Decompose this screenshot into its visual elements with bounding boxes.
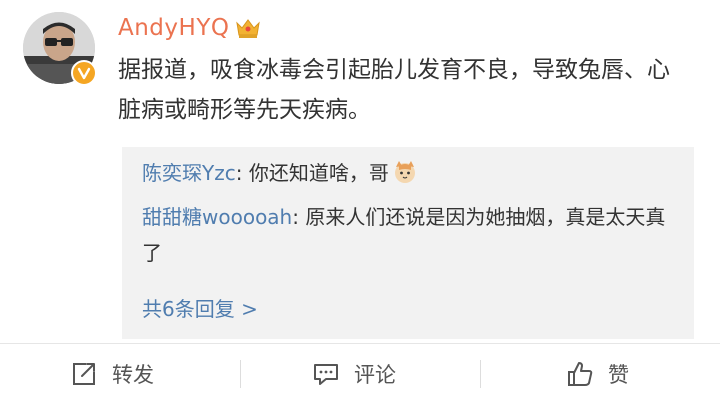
- username[interactable]: AndyHYQ: [118, 15, 229, 41]
- verified-badge-icon: [71, 60, 97, 86]
- repost-label: 转发: [112, 362, 154, 387]
- like-button[interactable]: 赞: [566, 344, 629, 403]
- action-separator: [240, 360, 241, 388]
- reply-author[interactable]: 甜甜糖wooooah: [142, 205, 292, 229]
- comment-label: 评论: [354, 362, 396, 387]
- post-header: AndyHYQ: [118, 12, 261, 44]
- more-replies-link[interactable]: 共6条回复 >: [142, 294, 258, 324]
- like-label: 赞: [608, 362, 629, 387]
- crown-icon: [235, 15, 261, 41]
- repost-icon: [70, 359, 100, 389]
- comment-button[interactable]: 评论: [312, 344, 396, 403]
- reply-item: 甜甜糖wooooah: 原来人们还说是因为她抽烟，真是太天真了: [142, 199, 682, 271]
- repost-button[interactable]: 转发: [70, 344, 154, 403]
- avatar[interactable]: [23, 12, 97, 86]
- post-text: 据报道，吸食冰毒会引起胎儿发育不良，导致兔唇、心脏病或畸形等先天疾病。: [118, 57, 670, 123]
- reply-text: 你还知道啥，哥: [248, 161, 389, 185]
- cat-icon: [393, 159, 417, 183]
- reply-item: 陈奕琛Yzc: 你还知道啥，哥: [142, 155, 682, 191]
- action-separator: [480, 360, 481, 388]
- comment-icon: [312, 359, 342, 389]
- reply-author[interactable]: 陈奕琛Yzc: [142, 161, 236, 185]
- thumbs-up-icon: [566, 359, 596, 389]
- action-bar: 转发 评论 赞: [0, 344, 720, 403]
- reply-colon: :: [292, 205, 306, 229]
- reply-box: 陈奕琛Yzc: 你还知道啥，哥 甜甜糖wooooah: 原来人们还说是因为她抽烟…: [122, 147, 694, 339]
- reply-colon: :: [235, 161, 249, 185]
